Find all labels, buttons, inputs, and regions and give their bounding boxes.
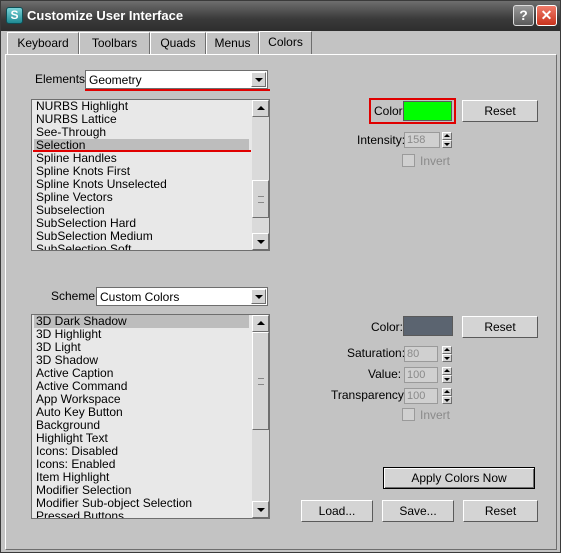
scheme-dropdown[interactable]: Custom Colors <box>96 287 268 306</box>
elements-list-items: NURBS Highlight NURBS Lattice See-Throug… <box>34 100 249 251</box>
save-button[interactable]: Save... <box>382 500 454 522</box>
close-button[interactable]: ✕ <box>536 5 557 26</box>
value-spinner[interactable] <box>442 367 452 383</box>
scheme-invert-checkbox[interactable] <box>402 408 415 421</box>
chevron-down-icon[interactable] <box>251 72 266 87</box>
list-item[interactable]: SubSelection Soft <box>34 243 249 251</box>
scheme-list[interactable]: 3D Dark Shadow 3D Highlight 3D Light 3D … <box>31 314 270 519</box>
load-button[interactable]: Load... <box>301 500 373 522</box>
element-invert-checkbox[interactable] <box>402 154 415 167</box>
element-invert-label: Invert <box>420 154 451 168</box>
scheme-scrollbar[interactable] <box>252 315 269 518</box>
intensity-field[interactable]: 158 <box>404 132 440 148</box>
reset-button[interactable]: Reset <box>463 500 538 522</box>
window-title: Customize User Interface <box>27 8 184 23</box>
tab-colors[interactable]: Colors <box>259 31 312 55</box>
spinner-down-icon[interactable] <box>442 354 452 362</box>
scheme-color-label: Color: <box>371 320 404 334</box>
elements-label: Elements: <box>35 72 89 86</box>
selection-highlight-line <box>33 150 251 152</box>
scheme-list-items: 3D Dark Shadow 3D Highlight 3D Light 3D … <box>34 315 249 519</box>
elements-dropdown-highlight <box>85 89 270 91</box>
title-bar[interactable]: S Customize User Interface ? ✕ <box>1 1 560 31</box>
tab-menus[interactable]: Menus <box>206 32 259 54</box>
value-field[interactable]: 100 <box>404 367 438 383</box>
saturation-spinner[interactable] <box>442 346 452 362</box>
elements-scrollbar[interactable] <box>252 100 269 250</box>
app-icon: S <box>6 7 23 24</box>
transparency-label: Transparency: <box>331 388 408 402</box>
elements-list[interactable]: NURBS Highlight NURBS Lattice See-Throug… <box>31 99 270 251</box>
apply-colors-button[interactable]: Apply Colors Now <box>383 467 535 489</box>
saturation-label: Saturation: <box>347 346 406 360</box>
spinner-up-icon[interactable] <box>442 346 452 354</box>
elements-dropdown[interactable]: Geometry <box>85 70 268 89</box>
spinner-up-icon[interactable] <box>442 367 452 375</box>
tab-keyboard[interactable]: Keyboard <box>7 32 79 54</box>
elements-dropdown-value: Geometry <box>89 73 142 87</box>
list-item[interactable]: Pressed Buttons <box>34 510 249 519</box>
scheme-dropdown-value: Custom Colors <box>100 290 180 304</box>
element-color-label: Color: <box>374 104 407 118</box>
element-color-swatch[interactable] <box>403 101 452 121</box>
spinner-up-icon[interactable] <box>442 132 452 140</box>
tab-quads[interactable]: Quads <box>150 32 206 54</box>
value-label: Value: <box>368 367 402 381</box>
help-button[interactable]: ? <box>513 5 534 26</box>
spinner-down-icon[interactable] <box>442 140 452 148</box>
chevron-down-icon[interactable] <box>251 289 266 304</box>
spinner-down-icon[interactable] <box>442 375 452 383</box>
tab-toolbars[interactable]: Toolbars <box>79 32 150 54</box>
intensity-label: Intensity: <box>357 133 406 147</box>
scroll-thumb[interactable] <box>252 180 269 218</box>
spinner-down-icon[interactable] <box>442 396 452 404</box>
scheme-color-swatch[interactable] <box>403 316 453 336</box>
customize-ui-window: S Customize User Interface ? ✕ Keyboard … <box>0 0 561 553</box>
saturation-field[interactable]: 80 <box>404 346 438 362</box>
transparency-field[interactable]: 100 <box>404 388 438 404</box>
scroll-thumb[interactable] <box>252 332 269 430</box>
spinner-up-icon[interactable] <box>442 388 452 396</box>
intensity-spinner[interactable] <box>442 132 452 148</box>
scroll-down-icon[interactable] <box>252 233 269 250</box>
scheme-invert-label: Invert <box>420 408 451 422</box>
scroll-up-icon[interactable] <box>252 100 269 117</box>
scroll-up-icon[interactable] <box>252 315 269 332</box>
element-reset-button[interactable]: Reset <box>462 100 538 122</box>
transparency-spinner[interactable] <box>442 388 452 404</box>
scroll-down-icon[interactable] <box>252 501 269 518</box>
scheme-reset-button[interactable]: Reset <box>462 316 538 338</box>
scheme-label: Scheme: <box>51 289 99 303</box>
